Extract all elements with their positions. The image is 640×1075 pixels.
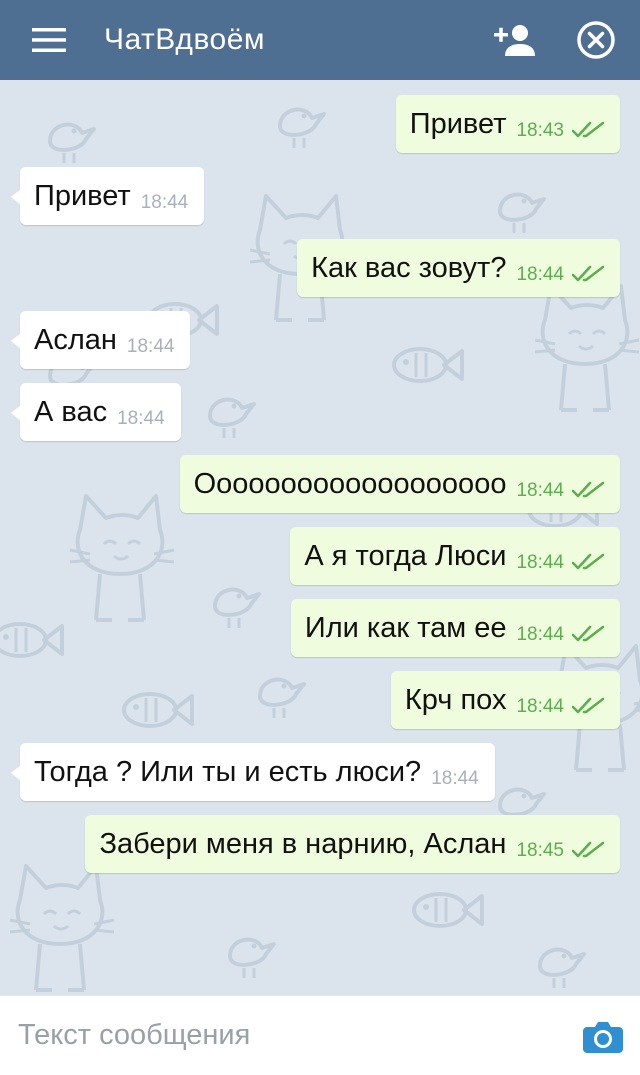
- message-bubble-outgoing[interactable]: Или как там ее 18:44: [290, 599, 620, 657]
- message-bubble-outgoing[interactable]: А я тогда Люси 18:44: [290, 527, 620, 585]
- message-time: 18:44: [516, 264, 564, 285]
- message-bubble-outgoing[interactable]: Забери меня в нарнию, Аслан 18:45: [85, 815, 620, 873]
- menu-button[interactable]: [0, 0, 104, 80]
- message-time: 18:44: [516, 552, 564, 573]
- message-text: А я тогда Люси: [304, 539, 507, 572]
- app-header: ЧатВдвоём: [0, 0, 640, 80]
- message-text: Ооооооооооооооооооо: [193, 467, 507, 500]
- message-text: Привет: [409, 107, 507, 140]
- message-time: 18:43: [516, 120, 564, 141]
- message-bubble-incoming[interactable]: А вас 18:44: [11, 383, 181, 441]
- message-time: 18:44: [431, 768, 479, 789]
- message-composer: [0, 995, 640, 1075]
- message-text: А вас: [34, 395, 108, 428]
- message-text: Аслан: [34, 323, 117, 356]
- message-text: Крч пох: [404, 683, 507, 716]
- message-bubble-outgoing[interactable]: Ооооооооооооооооооо 18:44: [179, 455, 620, 513]
- message-time: 18:44: [126, 336, 175, 357]
- message-text: Забери меня в нарнию, Аслан: [99, 827, 507, 860]
- double-check-icon: [572, 481, 606, 499]
- message-time: 18:44: [516, 624, 564, 645]
- message-list[interactable]: Привет 18:43 Привет 18:44 Как вас зовут?…: [0, 80, 640, 995]
- camera-icon: [583, 1021, 623, 1053]
- message-bubble-incoming[interactable]: Привет 18:44: [10, 167, 205, 225]
- add-user-button[interactable]: [484, 10, 544, 70]
- message-bubble-outgoing[interactable]: Как вас зовут? 18:44: [297, 239, 620, 297]
- message-time: 18:44: [516, 696, 564, 717]
- message-time: 18:44: [516, 480, 564, 501]
- message-bubble-incoming[interactable]: Аслан 18:44: [10, 311, 191, 369]
- message-time: 18:44: [117, 408, 165, 429]
- double-check-icon: [572, 841, 606, 859]
- double-check-icon: [572, 697, 606, 715]
- message-time: 18:45: [516, 840, 564, 861]
- camera-button[interactable]: [566, 996, 640, 1075]
- double-check-icon: [572, 121, 606, 139]
- hamburger-icon: [32, 28, 66, 52]
- message-bubble-incoming[interactable]: Тогда ? Или ты и есть люси? 18:44: [11, 743, 495, 801]
- close-circle-icon: [577, 21, 615, 59]
- double-check-icon: [572, 553, 606, 571]
- message-text: Или как там ее: [304, 611, 507, 644]
- message-text: Как вас зовут?: [311, 251, 507, 284]
- message-text: Привет: [34, 179, 131, 212]
- message-input[interactable]: [0, 995, 566, 1075]
- message-bubble-outgoing[interactable]: Привет 18:43: [395, 95, 620, 153]
- message-text: Тогда ? Или ты и есть люси?: [34, 755, 422, 788]
- double-check-icon: [572, 265, 606, 283]
- double-check-icon: [572, 625, 606, 643]
- chat-title: ЧатВдвоём: [104, 23, 266, 56]
- message-time: 18:44: [140, 192, 189, 213]
- add-user-icon: [494, 25, 535, 56]
- close-chat-button[interactable]: [566, 10, 626, 70]
- message-bubble-outgoing[interactable]: Крч пох 18:44: [390, 671, 620, 729]
